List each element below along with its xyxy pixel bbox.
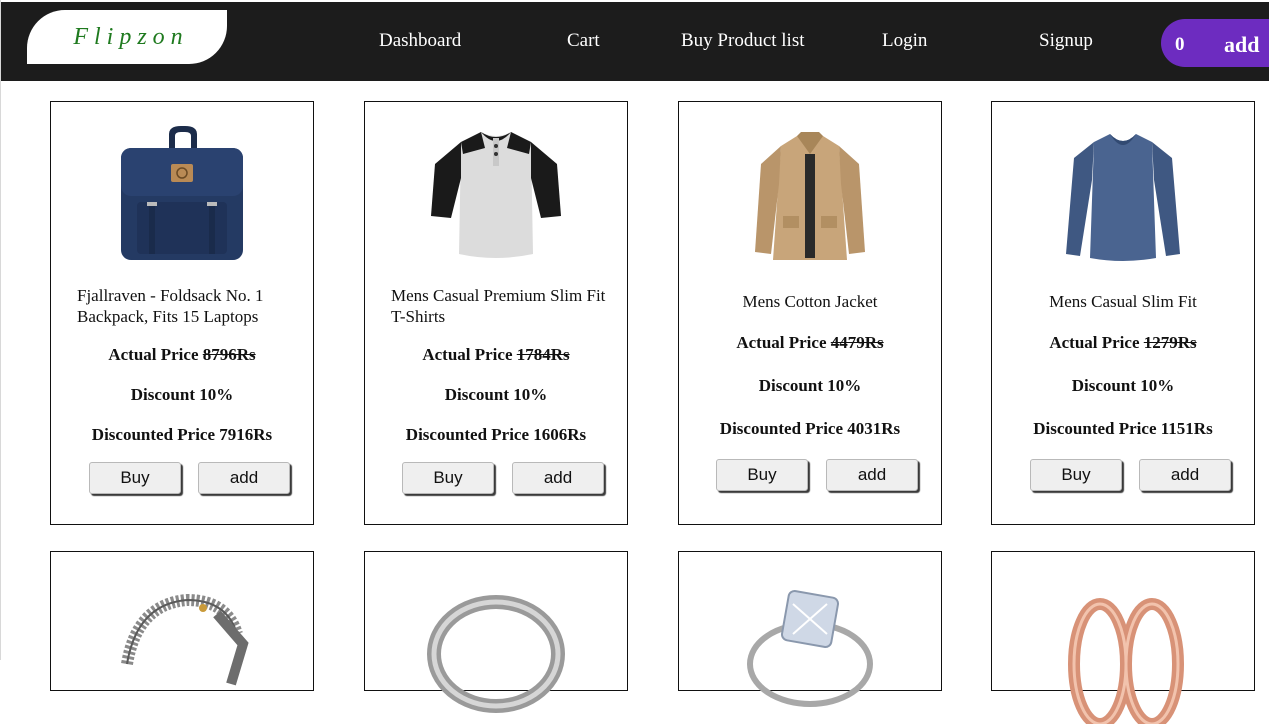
product-title: Mens Casual Slim Fit [1049,292,1197,311]
discounted-price-value: 1151Rs [1160,419,1213,438]
product-card: Fjallraven - Foldsack No. 1 Backpack, Fi… [50,101,314,525]
discounted-price-line: Discounted Price 1151Rs [992,419,1254,439]
nav-cart-link[interactable]: Cart [567,30,600,52]
actual-price-label: Actual Price [108,345,199,364]
actual-price-value: 1784Rs [516,345,570,364]
cart-badge-label: add [1224,32,1260,57]
add-to-cart-button[interactable]: add [198,462,290,494]
discounted-price-label: Discounted Price [719,419,844,438]
cart-count: 0 [1175,34,1185,55]
product-card [50,551,314,691]
discount-value: 10% [513,385,548,404]
actual-price-value: 8796Rs [202,345,256,364]
top-navbar: Flipzon Dashboard Cart Buy Product list … [1,2,1269,81]
actual-price-label: Actual Price [422,345,513,364]
discounted-price-value: 1606Rs [533,425,587,444]
discount-line: Discount 10% [992,376,1254,396]
discount-label: Discount [444,385,509,404]
discounted-price-line: Discounted Price 1606Rs [365,425,627,445]
buy-button[interactable]: Buy [402,462,494,494]
nav-buy-product-list-link[interactable]: Buy Product list [681,30,805,52]
discount-line: Discount 10% [51,385,313,405]
discount-label: Discount [130,385,195,404]
add-to-cart-button[interactable]: add [826,459,918,491]
discount-label: Discount [1071,376,1136,395]
discount-value: 10% [1140,376,1175,395]
brand-logo[interactable]: Flipzon [27,10,227,64]
slim-fit-shirt-image [1048,124,1198,274]
add-to-cart-button[interactable]: add [512,462,604,494]
discounted-price-label: Discounted Price [1033,419,1157,438]
product-title: Fjallraven - Foldsack No. 1 Backpack, Fi… [77,286,264,326]
raglan-tshirt-image [421,124,571,274]
discount-line: Discount 10% [365,385,627,405]
diamond-ring-image [735,574,885,724]
discount-value: 10% [199,385,234,404]
actual-price-label: Actual Price [1049,333,1140,352]
product-card [991,551,1255,724]
product-card: Mens Cotton Jacket Actual Price 4479Rs D… [678,101,942,525]
discount-line: Discount 10% [679,376,941,396]
actual-price-label: Actual Price [736,333,827,352]
buy-button[interactable]: Buy [1030,459,1122,491]
silver-ring-image [421,574,571,724]
product-title: Mens Casual Premium Slim Fit T-Shirts [391,286,606,326]
discounted-price-label: Discounted Price [405,425,530,444]
discounted-price-line: Discounted Price 4031Rs [679,419,941,439]
actual-price-line: Actual Price 8796Rs [51,345,313,365]
brand-logo-text: Flipzon [73,23,189,50]
product-card: Mens Casual Slim Fit Actual Price 1279Rs… [991,101,1255,525]
discounted-price-value: 4031Rs [847,419,901,438]
actual-price-value: 1279Rs [1143,333,1197,352]
actual-price-value: 4479Rs [830,333,884,352]
nav-dashboard-link[interactable]: Dashboard [379,30,461,52]
product-card [678,551,942,707]
actual-price-line: Actual Price 1279Rs [992,333,1254,353]
discounted-price-value: 7916Rs [219,425,273,444]
dragon-bracelet-image [107,574,257,724]
add-to-cart-button[interactable]: add [1139,459,1231,491]
buy-button[interactable]: Buy [716,459,808,491]
rose-gold-rings-image [1048,574,1198,724]
product-title: Mens Cotton Jacket [742,292,878,311]
actual-price-line: Actual Price 1784Rs [365,345,627,365]
backpack-image [107,124,257,274]
nav-signup-link[interactable]: Signup [1039,30,1093,52]
buy-button[interactable]: Buy [89,462,181,494]
discounted-price-line: Discounted Price 7916Rs [51,425,313,445]
discounted-price-label: Discounted Price [91,425,216,444]
actual-price-line: Actual Price 4479Rs [679,333,941,353]
cotton-jacket-image [735,124,885,274]
product-card [364,551,628,713]
cart-count-badge[interactable]: 0 add [1161,19,1269,67]
product-card: Mens Casual Premium Slim Fit T-Shirts Ac… [364,101,628,525]
nav-login-link[interactable]: Login [882,30,927,52]
discount-value: 10% [827,376,862,395]
discount-label: Discount [758,376,823,395]
